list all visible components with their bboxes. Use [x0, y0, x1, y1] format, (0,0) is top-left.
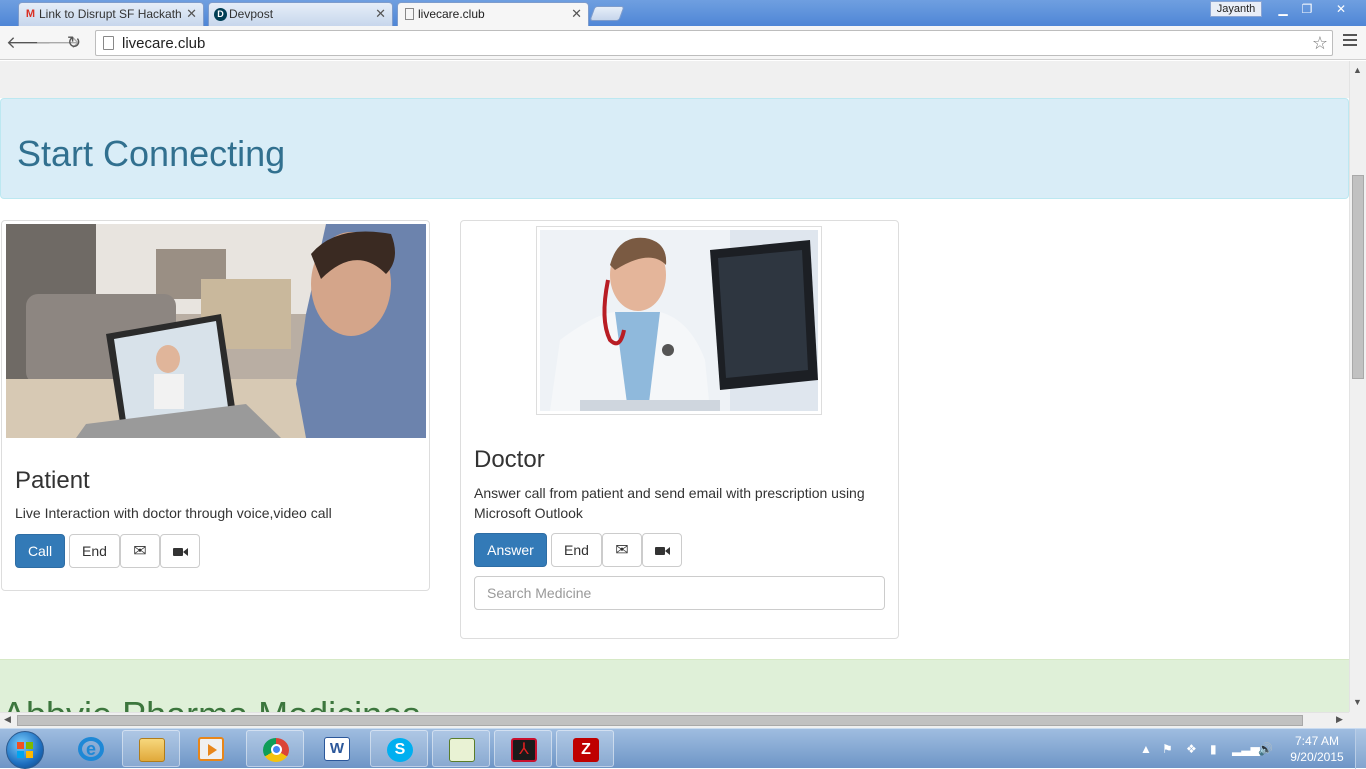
end-call-button[interactable]: End	[69, 534, 120, 568]
show-desktop-button[interactable]	[1355, 729, 1366, 769]
patient-heading: Patient	[15, 467, 90, 494]
video-camera-lens-icon	[182, 548, 188, 556]
action-center-flag-icon[interactable]: ⚑	[1162, 742, 1173, 756]
patient-description: Live Interaction with doctor through voi…	[15, 505, 332, 521]
doctor-card: Doctor Answer call from patient and send…	[460, 220, 899, 639]
close-window-icon[interactable]: ✕	[1320, 0, 1362, 18]
tab-label: Devpost	[229, 7, 274, 21]
scroll-corner	[1349, 712, 1366, 728]
url-input[interactable]	[120, 33, 1290, 53]
page-icon	[403, 8, 416, 21]
scroll-right-icon[interactable]: ▶	[1336, 714, 1343, 725]
horizontal-scrollbar[interactable]: ◀ ▶	[0, 712, 1349, 728]
email-button[interactable]: ✉	[120, 534, 160, 568]
start-button[interactable]	[6, 731, 44, 769]
clock-date: 9/20/2015	[1290, 750, 1344, 764]
scroll-up-icon[interactable]: ▲	[1353, 65, 1362, 75]
close-icon[interactable]: ✕	[571, 3, 582, 25]
patient-video-call-photo	[6, 224, 426, 438]
star-icon[interactable]: ☆	[1312, 31, 1328, 55]
word-icon[interactable]: W	[308, 730, 366, 767]
vertical-scrollbar[interactable]: ▲ ▼	[1349, 61, 1366, 712]
volume-icon[interactable]: 🔊	[1258, 742, 1273, 756]
filezilla-icon[interactable]: Z	[556, 730, 614, 767]
patient-card: Patient Live Interaction with doctor thr…	[1, 220, 430, 591]
battery-icon[interactable]: ▮	[1210, 742, 1217, 756]
tab-label: livecare.club	[418, 7, 485, 21]
horizontal-scroll-thumb[interactable]	[17, 715, 1303, 726]
page-viewport: Start Connecting Patient Live Interactio…	[0, 61, 1349, 712]
doctor-photo	[536, 226, 822, 415]
page-title: Start Connecting	[17, 133, 286, 174]
page-top-strip	[0, 61, 1349, 98]
video-camera-icon	[654, 547, 665, 555]
tab-livecare[interactable]: livecare.club ✕	[397, 2, 589, 27]
video-camera-lens-icon	[664, 547, 670, 555]
tab-label: Link to Disrupt SF Hackath	[39, 7, 182, 21]
video-camera-icon	[172, 548, 183, 556]
minimize-icon[interactable]: ▁	[1270, 0, 1296, 18]
acrobat-icon[interactable]: ⅄	[494, 730, 552, 767]
tab-devpost[interactable]: D Devpost ✕	[208, 2, 393, 26]
scroll-left-icon[interactable]: ◀	[4, 714, 11, 725]
page-icon	[103, 36, 114, 50]
restore-icon[interactable]: ❐	[1294, 0, 1320, 18]
taskbar-clock[interactable]: 7:47 AM 9/20/2015	[1282, 733, 1352, 765]
email-button[interactable]: ✉	[602, 533, 642, 567]
windows-logo-icon	[17, 742, 33, 758]
profile-badge[interactable]: Jayanth	[1210, 1, 1262, 17]
media-player-icon[interactable]	[182, 730, 240, 767]
video-call-button[interactable]	[642, 533, 682, 567]
jumbotron: Start Connecting	[0, 98, 1349, 199]
doctor-heading: Doctor	[474, 446, 545, 473]
notepad-icon[interactable]	[432, 730, 490, 767]
envelope-icon: ✉	[615, 542, 629, 559]
doctor-description: Answer call from patient and send email …	[474, 485, 865, 521]
browser-titlebar: M Link to Disrupt SF Hackath ✕ D Devpost…	[0, 0, 1366, 27]
chrome-icon[interactable]	[246, 730, 304, 767]
show-hidden-icons-icon[interactable]: ▲	[1140, 742, 1152, 756]
close-icon[interactable]: ✕	[186, 3, 197, 25]
search-medicine-input[interactable]	[474, 576, 885, 610]
windows-taskbar: e W S ⅄ Z ▲ ⚑ ❖ ▮ ▂▃▅ 🔊 7:47 AM 9/20/201…	[0, 728, 1366, 769]
scroll-down-icon[interactable]: ▼	[1353, 697, 1362, 707]
medicines-section: Abbvie Pharma Medicines	[0, 659, 1349, 712]
gmail-icon: M	[25, 8, 36, 20]
medicines-section-title: Abbvie Pharma Medicines	[2, 694, 420, 712]
dropbox-icon[interactable]: ❖	[1186, 742, 1197, 756]
patient-photo-illustration	[6, 224, 426, 438]
forward-icon[interactable]: 🡒	[35, 32, 81, 54]
browser-toolbar: 🡐 🡒 ↻ ☆	[0, 26, 1366, 60]
devpost-icon: D	[214, 8, 227, 21]
skype-icon[interactable]: S	[370, 730, 428, 767]
menu-icon[interactable]	[1343, 34, 1357, 48]
file-explorer-icon[interactable]	[122, 730, 180, 767]
reload-icon[interactable]: ↻	[63, 32, 85, 54]
network-signal-icon[interactable]: ▂▃▅	[1232, 742, 1260, 756]
answer-button[interactable]: Answer	[474, 533, 547, 567]
end-call-button[interactable]: End	[551, 533, 602, 567]
vertical-scroll-thumb[interactable]	[1352, 175, 1364, 379]
clock-time: 7:47 AM	[1294, 734, 1340, 748]
tab-gmail[interactable]: M Link to Disrupt SF Hackath ✕	[18, 2, 204, 26]
close-icon[interactable]: ✕	[375, 3, 386, 25]
call-button[interactable]: Call	[15, 534, 65, 568]
new-tab-button[interactable]	[589, 6, 625, 21]
doctor-photo-illustration	[540, 230, 818, 411]
video-call-button[interactable]	[160, 534, 200, 568]
internet-explorer-icon[interactable]: e	[62, 730, 120, 767]
address-bar[interactable]: ☆	[95, 30, 1333, 56]
envelope-icon: ✉	[133, 543, 147, 560]
back-icon[interactable]: 🡐	[6, 32, 52, 54]
